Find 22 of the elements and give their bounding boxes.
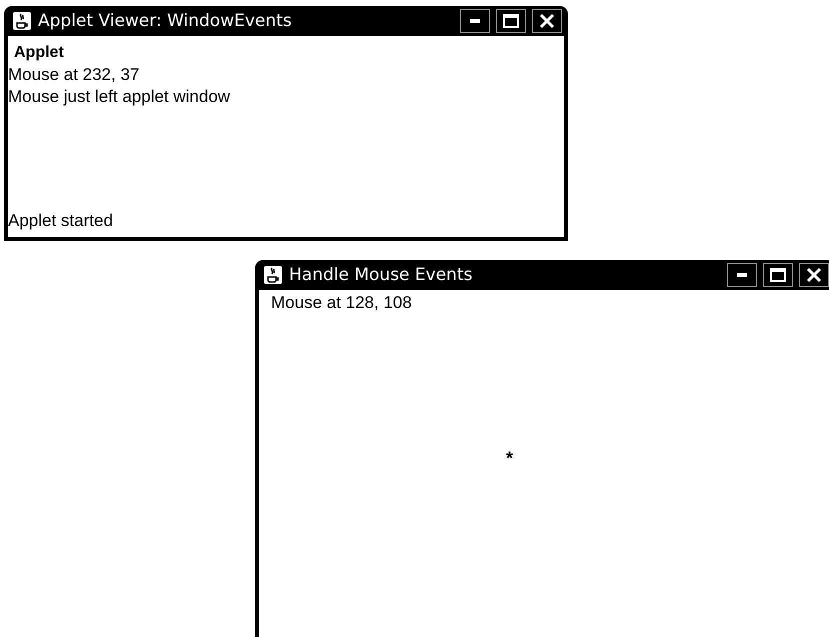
status-text: Applet started bbox=[8, 211, 114, 231]
maximize-icon bbox=[770, 268, 786, 282]
minimize-button[interactable] bbox=[727, 263, 757, 287]
applet-menu[interactable]: Applet bbox=[14, 44, 564, 62]
close-button[interactable] bbox=[799, 263, 829, 287]
java-cup-icon bbox=[263, 265, 283, 285]
message-text: Mouse at 232, 37 bbox=[8, 64, 140, 86]
maximize-button[interactable] bbox=[763, 263, 793, 287]
minimize-icon bbox=[470, 19, 480, 23]
maximize-icon bbox=[503, 14, 519, 28]
window-title: Applet Viewer: WindowEvents bbox=[38, 11, 293, 31]
message-text: Mouse just left applet window bbox=[8, 86, 232, 108]
minimize-button[interactable] bbox=[460, 9, 490, 33]
close-icon bbox=[806, 267, 822, 283]
message-text: Mouse at 128, 108 bbox=[271, 292, 413, 314]
minimize-icon bbox=[737, 273, 747, 277]
close-button[interactable] bbox=[532, 9, 562, 33]
cursor-marker: * bbox=[506, 448, 514, 469]
java-cup-icon bbox=[12, 11, 32, 31]
window-title: Handle Mouse Events bbox=[289, 265, 474, 285]
maximize-button[interactable] bbox=[496, 9, 526, 33]
close-icon bbox=[539, 13, 555, 29]
